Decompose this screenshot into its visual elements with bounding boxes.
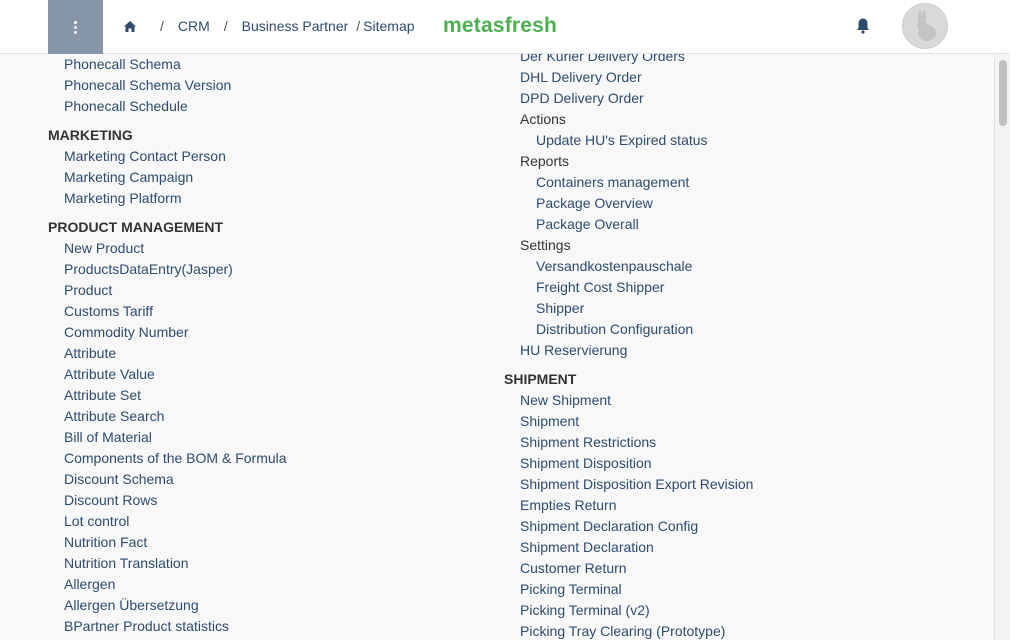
menu-button[interactable] xyxy=(48,0,103,54)
menu-group-label: Settings xyxy=(520,237,571,253)
sitemap-link[interactable]: Nutrition Translation xyxy=(64,553,189,574)
sitemap-link[interactable]: Shipment Declaration Config xyxy=(520,516,698,537)
sitemap-link[interactable]: Phonecall Schema Version xyxy=(64,75,231,96)
sitemap-link[interactable]: Attribute Value xyxy=(64,364,155,385)
breadcrumb-separator: / xyxy=(160,18,164,34)
sitemap-link[interactable]: BPartner Product statistics xyxy=(64,616,229,637)
sitemap-link[interactable]: Discount Rows xyxy=(64,490,157,511)
breadcrumb: / CRM / Business Partner / Sitemap xyxy=(160,18,415,34)
vertical-dots-icon xyxy=(74,20,77,34)
sitemap-sublink[interactable]: Versandkostenpauschale xyxy=(536,256,692,277)
sitemap-link[interactable]: Discount Schema xyxy=(64,469,174,490)
sitemap-link[interactable]: Attribute Search xyxy=(64,406,164,427)
section-heading: SHIPMENT xyxy=(504,371,577,387)
sitemap-link[interactable]: Shipment xyxy=(520,411,579,432)
sitemap-link[interactable]: Components of the BOM & Formula xyxy=(64,448,287,469)
breadcrumb-crm[interactable]: CRM xyxy=(178,18,210,34)
section-heading: MARKETING xyxy=(48,127,133,143)
sitemap-link[interactable]: Allergen xyxy=(64,574,115,595)
breadcrumb-business-partner[interactable]: Business Partner xyxy=(242,18,349,34)
sitemap-link[interactable]: New Product xyxy=(64,238,144,259)
sitemap-link[interactable]: Product xyxy=(64,280,112,301)
sitemap-link[interactable]: DPD Delivery Order xyxy=(520,88,644,109)
sitemap-link[interactable]: Allergen Übersetzung xyxy=(64,595,199,616)
metasfresh-logo[interactable]: metasfresh xyxy=(443,14,557,38)
sitemap-sublink[interactable]: Distribution Configuration xyxy=(536,319,693,340)
sitemap-link[interactable]: Nutrition Fact xyxy=(64,532,147,553)
section-heading: PRODUCT MANAGEMENT xyxy=(48,219,223,235)
sitemap-link[interactable]: Marketing Platform xyxy=(64,188,181,209)
sitemap-sublink[interactable]: Package Overview xyxy=(536,193,653,214)
sitemap-link[interactable]: Phonecall Schema xyxy=(64,54,181,75)
sitemap-link[interactable]: Phonecall Schedule xyxy=(64,96,188,117)
sitemap-link[interactable]: Picking Terminal xyxy=(520,579,622,600)
sitemap-link[interactable]: HU Reservierung xyxy=(520,340,627,361)
sitemap-sublink[interactable]: Update HU's Expired status xyxy=(536,130,708,151)
breadcrumb-separator: / xyxy=(356,18,361,34)
sitemap-link[interactable]: Lot control xyxy=(64,511,129,532)
home-icon[interactable] xyxy=(122,19,138,35)
sitemap-link[interactable]: Empties Return xyxy=(520,495,616,516)
sitemap-sublink[interactable]: Containers management xyxy=(536,172,689,193)
bell-icon[interactable] xyxy=(855,17,871,35)
sitemap-sublink[interactable]: Shipper xyxy=(536,298,584,319)
sitemap-link[interactable]: Bill of Material xyxy=(64,427,152,448)
sitemap-link[interactable]: Der Kurier Delivery Orders xyxy=(520,54,685,67)
user-avatar[interactable] xyxy=(902,3,948,49)
sitemap-sublink[interactable]: Package Overall xyxy=(536,214,639,235)
sitemap-link[interactable]: Picking Terminal (v2) xyxy=(520,600,650,621)
sitemap-link[interactable]: ProductsDataEntry(Jasper) xyxy=(64,259,233,280)
sitemap-link[interactable]: Picking Tray Clearing (Prototype) xyxy=(520,621,725,640)
sitemap-sublink[interactable]: Freight Cost Shipper xyxy=(536,277,664,298)
sitemap-link[interactable]: DHL Delivery Order xyxy=(520,67,642,88)
menu-group-label: Reports xyxy=(520,153,570,169)
top-header: / CRM / Business Partner / Sitemap metasfresh xyxy=(0,0,1010,54)
window-edge xyxy=(1010,0,1024,640)
sitemap-link[interactable]: Commodity Number xyxy=(64,322,188,343)
sitemap-link[interactable]: Shipment Declaration xyxy=(520,537,654,558)
menu-group-label: Actions xyxy=(520,111,566,127)
rabbit-icon xyxy=(917,10,936,41)
sitemap-link[interactable]: Marketing Campaign xyxy=(64,167,193,188)
breadcrumb-sitemap[interactable]: Sitemap xyxy=(363,18,414,34)
sitemap-link[interactable]: Marketing Contact Person xyxy=(64,146,226,167)
scrollbar-thumb[interactable] xyxy=(999,60,1007,126)
breadcrumb-separator: / xyxy=(223,18,228,34)
sitemap-link[interactable]: Attribute xyxy=(64,343,116,364)
sitemap-link[interactable]: Shipment Disposition xyxy=(520,453,652,474)
sitemap-link[interactable]: Customs Tariff xyxy=(64,301,153,322)
sitemap-link[interactable]: Shipment Restrictions xyxy=(520,432,656,453)
sitemap-link[interactable]: Shipment Disposition Export Revision xyxy=(520,474,753,495)
vertical-scrollbar[interactable] xyxy=(994,54,1010,640)
sitemap-link[interactable]: New Shipment xyxy=(520,390,611,411)
sitemap-link[interactable]: Customer Return xyxy=(520,558,627,579)
sitemap-link[interactable]: Attribute Set xyxy=(64,385,141,406)
sitemap-content: Phonecall Schema Phonecall Schema Version… xyxy=(0,54,994,640)
